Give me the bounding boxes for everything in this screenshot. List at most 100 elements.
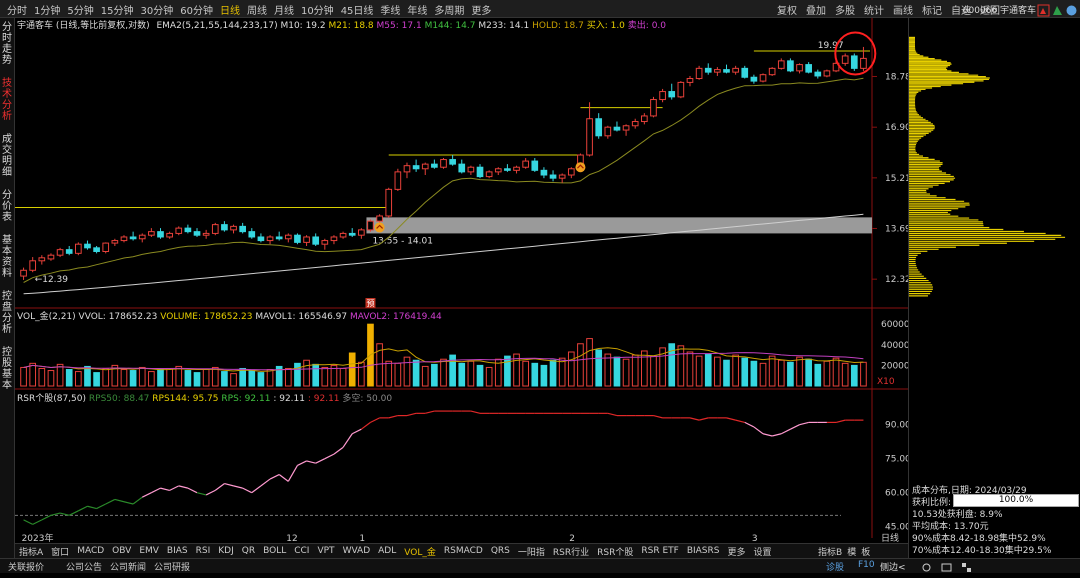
indicator-tab[interactable]: BOLL [259, 546, 290, 556]
indicator-tab[interactable]: RSI [192, 546, 215, 556]
sidebar-tab[interactable]: 分时走势 [1, 22, 13, 66]
candle-body [38, 257, 46, 262]
indicator-tab[interactable]: VPT [313, 546, 338, 556]
indicator-tab[interactable]: WVAD [339, 546, 375, 556]
candle-body [303, 236, 310, 243]
period-tab[interactable]: 更多 [469, 2, 493, 17]
indicator-tab[interactable]: BIASRS [683, 546, 724, 556]
candle-body [686, 78, 694, 83]
price-axis-label: 12.32 [885, 275, 908, 285]
multi-label: 多空: 50.00 [342, 394, 393, 404]
period-tab[interactable]: 季线 [378, 2, 402, 17]
period-tab[interactable]: 多周期 [432, 2, 466, 17]
diagnose-button[interactable]: 诊股 [826, 560, 844, 573]
settings-icon[interactable] [920, 559, 933, 572]
candle-body [723, 69, 730, 73]
candle-body [704, 67, 712, 73]
indicator-tab[interactable]: ADL [374, 546, 400, 556]
toolbar-button[interactable]: 标记 [922, 2, 942, 17]
indicator-tab[interactable]: EMV [135, 546, 163, 556]
status-item-report[interactable]: 公司研报 [154, 560, 190, 573]
period-tab[interactable]: 10分钟 [299, 2, 336, 17]
cost-distribution-panel: 成本分布,日期: 2024/03/29 获利比例: 100.0% 10.53处获… [908, 18, 1080, 558]
volume-bar [266, 369, 274, 387]
toolbar-button[interactable]: 多股 [835, 2, 855, 17]
indicator-tab[interactable]: OBV [108, 546, 135, 556]
period-tab[interactable]: 15分钟 [99, 2, 136, 17]
chart-area[interactable]: 18.78 16.90 15.21 13.69 12.32 13.55 - 14.01 ←1… [15, 18, 911, 544]
sidebar-tab[interactable]: 分价表 [1, 190, 13, 223]
rsr-legend: RSR个股(87,50) RPS50: 88.47 RPS144: 95.75 … [17, 391, 392, 404]
toolbar-button[interactable]: 统计 [864, 2, 884, 17]
grid-icon[interactable] [960, 559, 973, 572]
volume-bar [850, 364, 858, 387]
candle-body [558, 174, 566, 179]
date-axis-label: 1 [359, 534, 365, 542]
volume-bar [84, 365, 91, 387]
indicator-tab[interactable]: BIAS [163, 546, 192, 556]
period-tab[interactable]: 45日线 [339, 2, 376, 17]
rsr-axis-label: 90.00 [885, 421, 908, 431]
period-tab[interactable]: 分时 [5, 2, 29, 17]
indicator-tab[interactable]: RSMACD [440, 546, 487, 556]
indicator-tab[interactable]: 一阳指 [514, 545, 549, 558]
indicator-tab[interactable]: 窗口 [47, 545, 73, 558]
volume-bar [540, 364, 548, 387]
sidebar-tab[interactable]: 基本资料 [1, 235, 13, 279]
status-item-notice[interactable]: 公司公告 [66, 560, 102, 573]
indicator-tab[interactable]: RSR个股 [593, 545, 637, 558]
window-icon[interactable] [940, 559, 953, 572]
price-axis-label: 13.69 [885, 224, 908, 234]
period-tab[interactable]: 日线 [218, 2, 242, 17]
indicator-tab-right[interactable]: 板 [861, 545, 870, 558]
buy-label: 买入: 1.0 [586, 21, 625, 31]
rsr-segment [698, 417, 709, 421]
indicator-tab[interactable]: 更多 [723, 545, 749, 558]
period-tab[interactable]: 5分钟 [65, 2, 95, 17]
status-item-news[interactable]: 公司新闻 [110, 560, 146, 573]
volume-bar [467, 360, 475, 387]
indicator-tab[interactable]: RSR行业 [549, 545, 593, 558]
candle-body [111, 240, 119, 244]
toolbar-button[interactable]: 画线 [893, 2, 913, 17]
kline-chart[interactable]: 18.78 16.90 15.21 13.69 12.32 13.55 - 14.01 ←1… [15, 18, 911, 544]
indicator-tab[interactable]: 设置 [750, 545, 776, 558]
rsr-segment [744, 421, 755, 428]
toolbar-button[interactable]: 叠加 [806, 2, 826, 17]
volume-bar [339, 367, 347, 387]
indicator-tab-right[interactable]: 指标B [818, 545, 842, 558]
sidebar-tab[interactable]: 控股基本 [1, 347, 13, 391]
indicator-tab[interactable]: QRS [487, 546, 514, 556]
indicator-tab[interactable]: 指标A [15, 545, 47, 558]
buy-signal-icon [374, 222, 385, 233]
period-tab[interactable]: 1分钟 [32, 2, 62, 17]
high-price-label: 19.97 [818, 41, 844, 51]
candle-body [650, 99, 657, 117]
period-tab[interactable]: 30分钟 [138, 2, 175, 17]
indicator-tab[interactable]: RSR ETF [637, 546, 682, 556]
rsr-segment [160, 487, 170, 491]
period-tab[interactable]: 60分钟 [178, 2, 215, 17]
chat-icon[interactable] [1065, 2, 1078, 16]
toolbar-button[interactable]: 复权 [777, 2, 797, 17]
indicator-tab[interactable]: KDJ [214, 546, 238, 556]
indicator-tab[interactable]: MACD [73, 546, 108, 556]
volume-bar [358, 361, 365, 387]
indicator-tab[interactable]: CCI [290, 546, 313, 556]
period-tab[interactable]: 年线 [405, 2, 429, 17]
period-tab[interactable]: 周线 [245, 2, 269, 17]
period-tab[interactable]: 月线 [272, 2, 296, 17]
indicator-tab-right[interactable]: 模 [847, 545, 856, 558]
f10-button[interactable]: F10 [858, 560, 875, 570]
side-toggle-button[interactable]: 侧边< [880, 560, 906, 573]
indicator-tab[interactable]: VOL_金 [400, 545, 440, 558]
sidebar-tab[interactable]: 成交明细 [1, 134, 13, 178]
candle-body [239, 225, 246, 233]
sidebar-tab[interactable]: 技术分析 [1, 78, 13, 122]
volume-bar [805, 358, 812, 387]
volume-bar [604, 353, 612, 387]
volume-bar [814, 363, 822, 387]
sidebar-tab[interactable]: 控盘分析 [1, 291, 13, 335]
status-item-quote[interactable]: 关联报价 [8, 560, 44, 573]
indicator-tab[interactable]: QR [238, 546, 259, 556]
